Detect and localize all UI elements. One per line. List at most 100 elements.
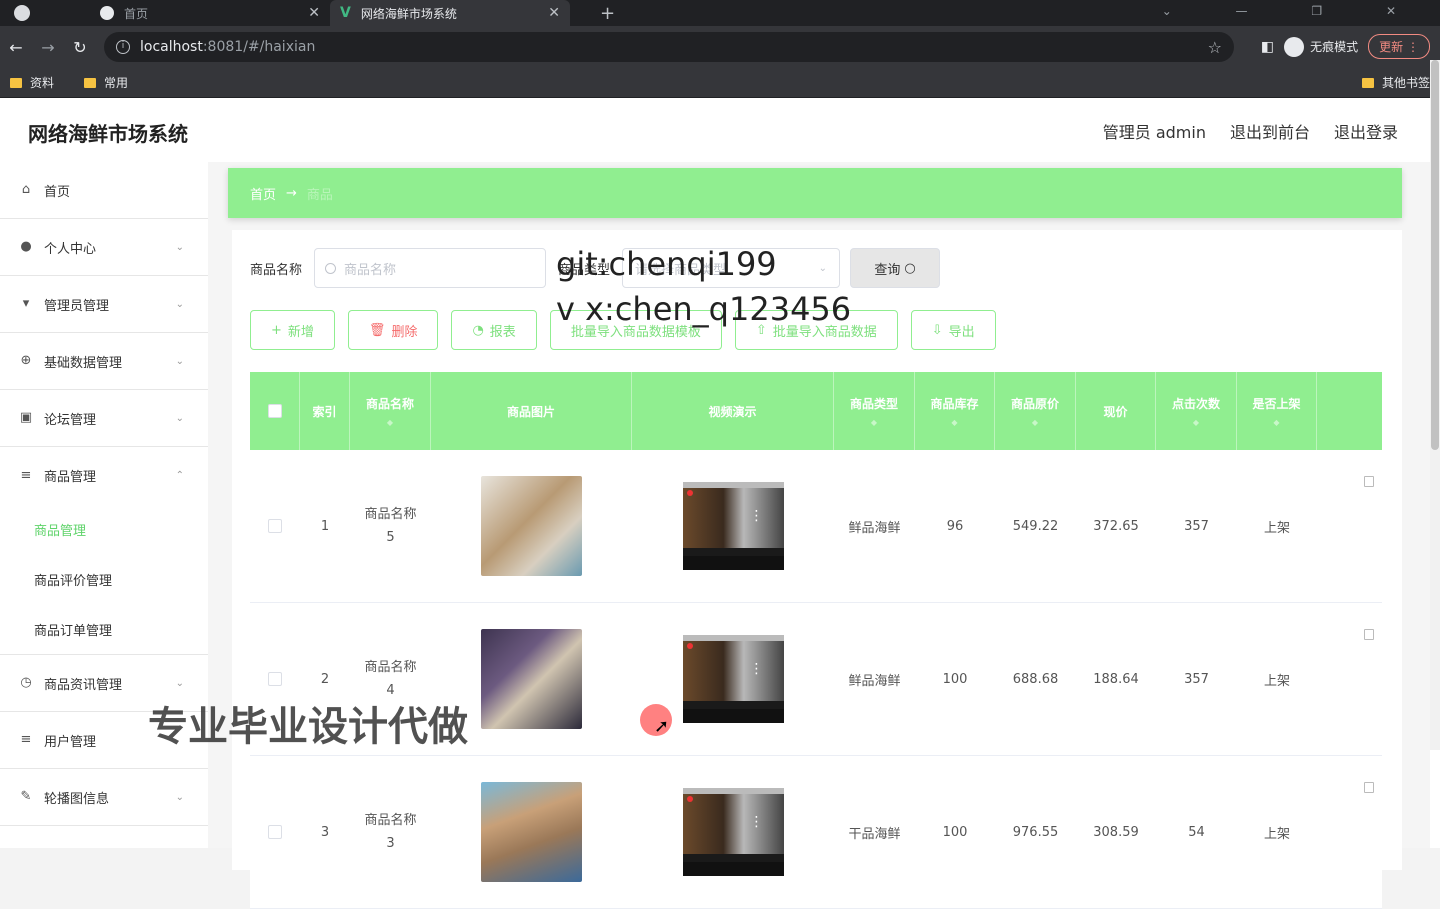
sidebar-item-admin[interactable]: ▾ 管理员管理 ⌄: [0, 276, 208, 333]
export-button[interactable]: ⇩ 导出: [910, 310, 996, 350]
sidebar-item-base-data[interactable]: ⊕ 基础数据管理 ⌄: [0, 333, 208, 390]
th-name[interactable]: 商品名称 ◆: [350, 372, 431, 450]
report-button[interactable]: ◔ 报表: [451, 310, 537, 350]
th-type[interactable]: 商品类型 ◆: [834, 372, 915, 450]
row-checkbox[interactable]: [268, 825, 282, 839]
incognito-indicator[interactable]: 无痕模式: [1284, 36, 1358, 57]
exit-to-front-link[interactable]: 退出到前台: [1230, 119, 1310, 143]
name-search-input[interactable]: 商品名称: [314, 248, 547, 288]
browser-tab-home[interactable]: 首页 ✕: [90, 0, 330, 26]
sidebar-item-forum[interactable]: ▣ 论坛管理 ⌄: [0, 390, 208, 447]
video-controls[interactable]: [682, 709, 784, 723]
sort-icon[interactable]: ◆: [387, 418, 393, 427]
back-icon[interactable]: ←: [0, 38, 32, 57]
bookmark-folder[interactable]: 资料: [10, 74, 54, 91]
video-player[interactable]: ⋮: [682, 635, 784, 723]
th-video[interactable]: 视频演示: [632, 372, 834, 450]
detail-icon[interactable]: [1364, 782, 1374, 793]
close-icon[interactable]: ✕: [308, 5, 320, 21]
chevron-down-icon: ⌄: [175, 677, 184, 689]
info-icon[interactable]: i: [116, 40, 130, 54]
new-tab-button[interactable]: +: [600, 3, 615, 24]
bookmark-star-icon[interactable]: ☆: [1208, 38, 1222, 57]
th-image[interactable]: 商品图片: [431, 372, 632, 450]
forward-icon[interactable]: →: [32, 38, 64, 57]
brand-title: 网络海鲜市场系统: [28, 122, 188, 146]
sort-icon[interactable]: ◆: [871, 418, 877, 427]
cell-original-price: 688.68: [1012, 671, 1059, 687]
sidebar-item-home[interactable]: ⌂ 首页: [0, 162, 208, 219]
bookmark-folder[interactable]: 常用: [84, 74, 128, 91]
sort-icon[interactable]: ◆: [1032, 418, 1038, 427]
url-input[interactable]: i localhost:8081/#/haixian ☆: [104, 32, 1234, 62]
cell-video: ⋮: [632, 450, 834, 602]
row-checkbox[interactable]: [268, 519, 282, 533]
other-bookmarks[interactable]: 其他书签: [1361, 74, 1430, 91]
th-price[interactable]: 现价: [1076, 372, 1156, 450]
delete-button[interactable]: 🗑 删除: [347, 310, 439, 350]
sort-icon[interactable]: ◆: [1193, 418, 1199, 427]
breadcrumb-current: 商品: [306, 187, 333, 203]
table-row[interactable]: 3 商品名称 3 ⋮ 干品海鲜 100 976.55 308.59 54 上架: [250, 756, 1382, 909]
sidebar-item-carousel[interactable]: ✎ 轮播图信息 ⌄: [0, 769, 208, 826]
th-index[interactable]: 索引: [300, 372, 350, 450]
video-controls[interactable]: [682, 556, 784, 570]
select-all-checkbox[interactable]: [267, 404, 282, 418]
th-label: 商品库存: [930, 397, 979, 411]
delete-label: 删除: [391, 324, 418, 340]
record-dot-icon: [686, 796, 693, 802]
breadcrumb-home[interactable]: 首页: [250, 184, 276, 203]
query-button[interactable]: 查询 ○: [850, 248, 941, 288]
browser-tab-bar: 首页 ✕ V 网络海鲜市场系统 ✕ + ⌄ — ❐ ✕: [0, 0, 1440, 26]
sidebar-subitem-goods-order[interactable]: 商品订单管理: [0, 604, 208, 654]
scrollbar-thumb[interactable]: [1431, 60, 1439, 450]
video-controls[interactable]: [682, 862, 784, 876]
reload-icon[interactable]: ↻: [64, 38, 96, 57]
browser-menu-icon[interactable]: [14, 5, 30, 21]
table-row[interactable]: 1 商品名称 5 ⋮ 鲜品海鲜 96 549.22 372.65 357 上架: [250, 450, 1382, 603]
video-player[interactable]: ⋮: [682, 788, 784, 876]
sidebar-item-profile[interactable]: ● 个人中心 ⌄: [0, 219, 208, 276]
th-stock[interactable]: 商品库存 ◆: [915, 372, 995, 450]
video-player[interactable]: ⋮: [682, 482, 784, 570]
detail-icon[interactable]: [1364, 629, 1374, 640]
logout-link[interactable]: 退出登录: [1334, 119, 1398, 143]
bookmark-label: 其他书签: [1381, 76, 1430, 90]
close-icon[interactable]: ✕: [548, 5, 560, 21]
sidebar-item-goods[interactable]: ≡ 商品管理 ⌃: [0, 447, 208, 504]
browser-tab-active[interactable]: V 网络海鲜市场系统 ✕: [330, 0, 570, 26]
chevron-down-icon: ⌄: [175, 241, 184, 253]
update-button[interactable]: 更新 ⋮: [1368, 34, 1430, 59]
more-icon[interactable]: ⋮: [750, 661, 764, 677]
more-icon[interactable]: ⋮: [750, 814, 764, 830]
window-controls[interactable]: ⌄ — ❐ ✕: [1162, 4, 1426, 18]
product-image[interactable]: [481, 782, 582, 882]
admin-icon: ▾: [22, 296, 30, 311]
cell-index: 3: [320, 824, 330, 840]
th-clicks[interactable]: 点击次数 ◆: [1156, 372, 1237, 450]
sort-icon[interactable]: ◆: [951, 418, 957, 427]
th-original-price[interactable]: 商品原价 ◆: [995, 372, 1076, 450]
chevron-up-icon: ⌃: [175, 470, 184, 481]
cell-original-price: 976.55: [1012, 824, 1059, 840]
product-image[interactable]: [481, 629, 582, 729]
sidebar-subitem-goods[interactable]: 商品管理: [0, 504, 208, 554]
detail-icon[interactable]: [1364, 476, 1374, 487]
th-status[interactable]: 是否上架 ◆: [1237, 372, 1317, 450]
chevron-down-icon: ⌄: [175, 412, 184, 424]
bookmarks-bar: 资料 常用 其他书签: [0, 68, 1440, 98]
sidebar-toggle-icon[interactable]: ◧: [1261, 39, 1274, 55]
cell-image: [431, 756, 632, 908]
add-button[interactable]: + 新增: [250, 310, 335, 350]
sort-icon[interactable]: ◆: [1273, 418, 1279, 427]
cell-type: 鲜品海鲜: [848, 673, 901, 689]
sidebar-subitem-goods-review[interactable]: 商品评价管理: [0, 554, 208, 604]
product-image[interactable]: [481, 476, 582, 576]
goods-submenu: 商品管理 商品评价管理 商品订单管理: [0, 504, 208, 655]
row-checkbox[interactable]: [268, 672, 282, 686]
video-frame: [682, 794, 784, 854]
more-icon[interactable]: ⋮: [750, 508, 764, 524]
admin-user-link[interactable]: 管理员 admin: [1103, 119, 1206, 143]
page-scrollbar[interactable]: [1430, 60, 1440, 750]
update-label: 更新: [1379, 40, 1404, 54]
